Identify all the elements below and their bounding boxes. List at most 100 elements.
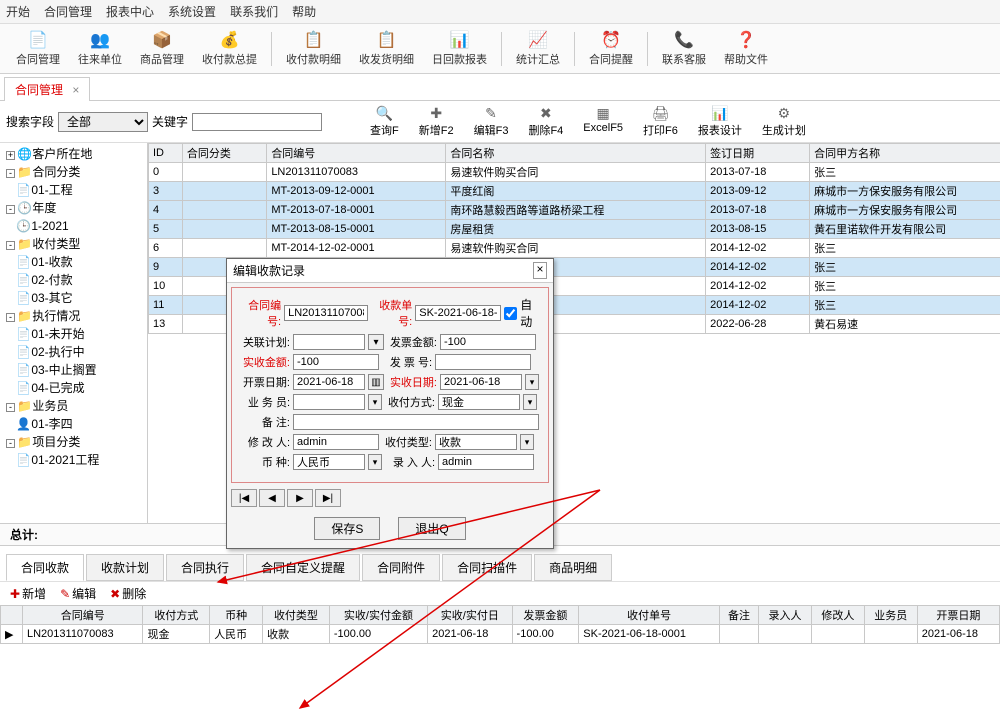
toolbar-button[interactable]: ❓帮助文件 [716,28,776,69]
tree-node[interactable]: +🌐 客户所在地 [2,145,145,163]
menu-item[interactable]: 开始 [6,3,30,20]
column-header[interactable]: 修改人 [811,606,864,625]
bill-no-input[interactable] [415,305,501,321]
expand-icon[interactable]: - [6,313,15,322]
expand-icon[interactable]: - [6,205,15,214]
tree-node[interactable]: 📄 01-收款 [2,253,145,271]
column-header[interactable]: 实收/实付日 [428,606,512,625]
table-row[interactable]: 4MT-2013-07-18-0001南环路慧毅西路等道路桥梁工程2013-07… [149,201,1000,220]
tree-node[interactable]: 📄 02-执行中 [2,343,145,361]
column-header[interactable]: 业务员 [864,606,917,625]
table-row[interactable]: 6MT-2014-12-02-0001易速软件购买合同2014-12-02张三黄… [149,239,1000,258]
toolbar-button[interactable]: ⏰合同提醒 [581,28,641,69]
sub-action-button[interactable]: ✖删除 [106,584,150,603]
currency-input[interactable] [293,454,365,470]
exit-button[interactable]: 退出Q [398,517,465,540]
toolbar-button[interactable]: 💰收付款总提 [194,28,265,69]
chevron-down-icon[interactable]: ▾ [520,434,534,450]
tree-node[interactable]: 📄 04-已完成 [2,379,145,397]
action-button[interactable]: ⚙生成计划 [752,105,816,138]
column-header[interactable]: 收付方式 [143,606,210,625]
column-header[interactable]: 收付类型 [263,606,330,625]
tree-node[interactable]: 📄 01-工程 [2,181,145,199]
menu-item[interactable]: 报表中心 [106,3,154,20]
sub-action-button[interactable]: ✎编辑 [56,584,100,603]
inv-amt-input[interactable] [440,334,536,350]
tree-node[interactable]: 🕒 1-2021 [2,217,145,235]
inv-no-input[interactable] [435,354,531,370]
close-icon[interactable]: × [533,262,547,279]
modifier-input[interactable] [293,434,379,450]
tree-node[interactable]: -📁 项目分类 [2,433,145,451]
expand-icon[interactable]: - [6,439,15,448]
chevron-down-icon[interactable]: ▾ [523,394,537,410]
tree-node[interactable]: -📁 收付类型 [2,235,145,253]
toolbar-button[interactable]: 📈统计汇总 [508,28,568,69]
detail-tab[interactable]: 商品明细 [534,554,612,581]
remark-input[interactable] [293,414,539,430]
column-header[interactable]: 合同名称 [446,144,706,163]
menu-item[interactable]: 系统设置 [168,3,216,20]
menu-item[interactable]: 帮助 [292,3,316,20]
nav-button[interactable]: ▶ [287,489,313,507]
save-button[interactable]: 保存S [314,517,380,540]
sub-action-button[interactable]: ✚新增 [6,584,50,603]
toolbar-button[interactable]: 📦商品管理 [132,28,192,69]
tree-node[interactable]: -📁 执行情况 [2,307,145,325]
column-header[interactable]: 合同编号 [267,144,446,163]
chevron-down-icon[interactable]: ▾ [368,394,382,410]
detail-tab[interactable]: 合同附件 [362,554,440,581]
column-header[interactable]: 实收/实付金额 [329,606,427,625]
tree-node[interactable]: 👤 01-李四 [2,415,145,433]
search-field-select[interactable]: 全部 [58,112,148,132]
action-button[interactable]: 🔍查询F [360,105,409,138]
expand-icon[interactable]: - [6,169,15,178]
toolbar-button[interactable]: 📊日回款报表 [424,28,495,69]
action-button[interactable]: ✖删除F4 [518,105,573,138]
table-row[interactable]: 3MT-2013-09-12-0001平度红阁2013-09-12麻城市一方保安… [149,182,1000,201]
tree-node[interactable]: 📄 02-付款 [2,271,145,289]
column-header[interactable]: 合同甲方名称 [810,144,1000,163]
chevron-down-icon[interactable]: ▾ [368,454,382,470]
tree-node[interactable]: 📄 01-未开始 [2,325,145,343]
detail-tab[interactable]: 合同收款 [6,554,84,581]
expand-icon[interactable]: - [6,241,15,250]
tree-node[interactable]: 📄 03-其它 [2,289,145,307]
expand-icon[interactable]: - [6,403,15,412]
auto-checkbox[interactable] [504,307,517,320]
column-header[interactable]: 合同编号 [22,606,142,625]
payment-subgrid[interactable]: 合同编号收付方式币种收付类型实收/实付金额实收/实付日发票金额收付单号备注录入人… [0,605,1000,644]
nav-button[interactable]: ▶| [315,489,341,507]
tree-node[interactable]: -🕒 年度 [2,199,145,217]
close-icon[interactable]: × [72,83,79,97]
column-header[interactable]: ID [149,144,183,163]
toolbar-button[interactable]: 👥往来单位 [70,28,130,69]
column-header[interactable]: 录入人 [759,606,812,625]
column-header[interactable]: 签订日期 [706,144,810,163]
contract-no-input[interactable] [284,305,368,321]
column-header[interactable]: 备注 [720,606,759,625]
action-button[interactable]: 🖨打印F6 [633,105,688,138]
real-date-input[interactable] [440,374,522,390]
toolbar-button[interactable]: 📞联系客服 [654,28,714,69]
chevron-down-icon[interactable]: ▾ [525,374,539,390]
detail-tab[interactable]: 合同扫描件 [442,554,532,581]
table-row[interactable]: 5MT-2013-08-15-0001房屋租赁2013-08-15黄石里诺软件开… [149,220,1000,239]
action-button[interactable]: ✚新增F2 [409,105,464,138]
table-row[interactable]: 0LN201311070083易速软件购买合同2013-07-18张三黄石里诺软… [149,163,1000,182]
bill-date-input[interactable] [293,374,365,390]
column-header[interactable]: 合同分类 [182,144,266,163]
toolbar-button[interactable]: 📋收发货明细 [351,28,422,69]
action-button[interactable]: ✎编辑F3 [464,105,519,138]
toolbar-button[interactable]: 📋收付款明细 [278,28,349,69]
column-header[interactable]: 币种 [210,606,263,625]
tree-node[interactable]: -📁 业务员 [2,397,145,415]
tree-node[interactable]: -📁 合同分类 [2,163,145,181]
plan-input[interactable] [293,334,365,350]
lookup-icon[interactable]: ▾ [368,334,384,350]
payway-input[interactable] [438,394,520,410]
real-amt-input[interactable] [293,354,379,370]
column-header[interactable]: 开票日期 [917,606,999,625]
nav-button[interactable]: |◀ [231,489,257,507]
calendar-icon[interactable]: ▥ [368,374,384,390]
